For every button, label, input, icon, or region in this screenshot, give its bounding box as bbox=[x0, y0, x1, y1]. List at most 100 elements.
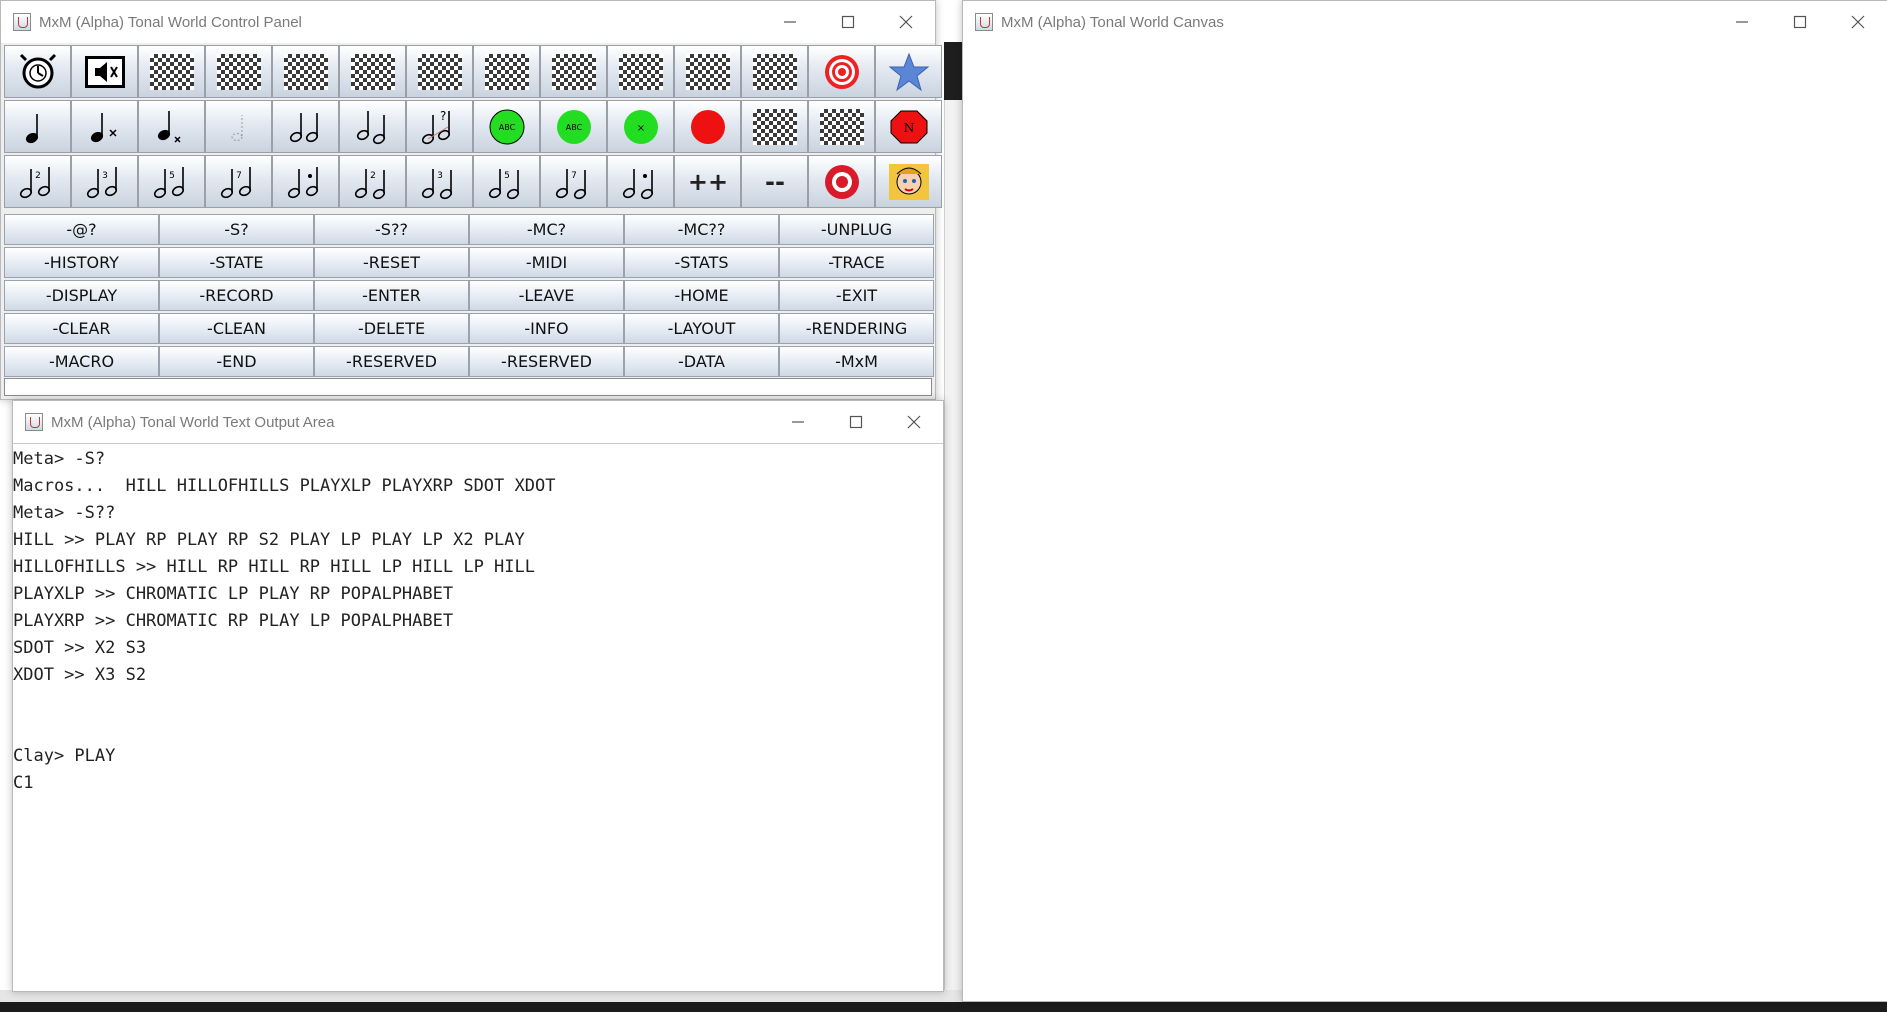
canvas-titlebar[interactable]: MxM (Alpha) Tonal World Canvas bbox=[963, 1, 1887, 43]
control-panel-titlebar[interactable]: MxM (Alpha) Tonal World Control Panel bbox=[1, 1, 935, 43]
toolbar-button[interactable]: ABC bbox=[540, 100, 607, 153]
minimize-button[interactable] bbox=[761, 1, 819, 43]
red-ring-icon bbox=[820, 162, 864, 202]
minimize-button[interactable] bbox=[769, 401, 827, 443]
toolbar-button[interactable] bbox=[607, 45, 674, 98]
command-button-row: -MACRO -END -RESERVED -RESERVED -DATA -MxM bbox=[4, 346, 934, 379]
toolbar-button[interactable] bbox=[339, 45, 406, 98]
close-button[interactable] bbox=[885, 401, 943, 443]
command-button[interactable]: -@? bbox=[4, 214, 159, 245]
command-button[interactable]: -MC? bbox=[469, 214, 624, 245]
command-button[interactable]: -CLEAN bbox=[159, 313, 314, 344]
toolbar-button[interactable] bbox=[272, 45, 339, 98]
minimize-button[interactable] bbox=[1713, 1, 1771, 43]
command-button[interactable]: -END bbox=[159, 346, 314, 377]
command-button[interactable]: -RESERVED bbox=[469, 346, 624, 377]
toolbar-button[interactable] bbox=[808, 45, 875, 98]
toolbar-button[interactable] bbox=[71, 100, 138, 153]
command-button[interactable]: -LAYOUT bbox=[624, 313, 779, 344]
toolbar-button[interactable]: 7 bbox=[205, 155, 272, 208]
toolbar-button[interactable]: 2 bbox=[339, 155, 406, 208]
command-button[interactable]: -EXIT bbox=[779, 280, 934, 311]
command-button[interactable]: -DATA bbox=[624, 346, 779, 377]
output-line: SDOT >> X2 S3 bbox=[13, 638, 147, 658]
toolbar-button[interactable]: ++ bbox=[674, 155, 741, 208]
command-button[interactable]: -LEAVE bbox=[469, 280, 624, 311]
maximize-button[interactable] bbox=[1771, 1, 1829, 43]
toolbar-button[interactable]: 3 bbox=[406, 155, 473, 208]
command-button-row: -HISTORY -STATE -RESET -MIDI -STATS -TRACE bbox=[4, 247, 934, 280]
text-output-area[interactable]: Meta> -S? Macros... HILL HILLOFHILLS PLAY… bbox=[13, 443, 943, 991]
svg-text:ABC: ABC bbox=[498, 123, 515, 132]
toolbar-button[interactable]: N bbox=[875, 100, 942, 153]
text-output-titlebar[interactable]: MxM (Alpha) Tonal World Text Output Area bbox=[13, 401, 943, 443]
toolbar-button[interactable] bbox=[674, 100, 741, 153]
command-button[interactable]: -STATS bbox=[624, 247, 779, 278]
java-app-icon bbox=[25, 413, 43, 431]
toolbar-button[interactable] bbox=[205, 100, 272, 153]
command-button[interactable]: -INFO bbox=[469, 313, 624, 344]
interval-3-icon: 3 bbox=[83, 162, 127, 202]
command-button[interactable]: -RESERVED bbox=[314, 346, 469, 377]
command-button[interactable]: -CLEAR bbox=[4, 313, 159, 344]
command-button[interactable]: -TRACE bbox=[779, 247, 934, 278]
command-button[interactable]: -RECORD bbox=[159, 280, 314, 311]
maximize-button[interactable] bbox=[827, 401, 885, 443]
toolbar-button[interactable] bbox=[808, 155, 875, 208]
toolbar-button[interactable]: 5 bbox=[138, 155, 205, 208]
output-line: XDOT >> X3 S2 bbox=[13, 665, 147, 685]
toolbar-button[interactable]: 5 bbox=[473, 155, 540, 208]
toolbar-button[interactable] bbox=[138, 45, 205, 98]
command-button[interactable]: -MxM bbox=[779, 346, 934, 377]
command-button[interactable]: -HISTORY bbox=[4, 247, 159, 278]
toolbar-button[interactable]: 2 bbox=[4, 155, 71, 208]
toolbar-button[interactable] bbox=[138, 100, 205, 153]
toolbar-button[interactable] bbox=[540, 45, 607, 98]
command-button[interactable]: -DISPLAY bbox=[4, 280, 159, 311]
command-button[interactable]: -STATE bbox=[159, 247, 314, 278]
toolbar-button[interactable] bbox=[406, 45, 473, 98]
toolbar-button[interactable] bbox=[875, 45, 942, 98]
command-button[interactable]: -MIDI bbox=[469, 247, 624, 278]
toolbar-button[interactable] bbox=[741, 100, 808, 153]
toolbar-button[interactable] bbox=[473, 45, 540, 98]
toolbar-button[interactable] bbox=[71, 45, 138, 98]
command-button[interactable]: -ENTER bbox=[314, 280, 469, 311]
toolbar-button[interactable] bbox=[339, 100, 406, 153]
output-line: PLAYXRP >> CHROMATIC RP PLAY LP POPALPHA… bbox=[13, 611, 454, 631]
maximize-button[interactable] bbox=[819, 1, 877, 43]
command-button[interactable]: -S? bbox=[159, 214, 314, 245]
checker-icon bbox=[752, 53, 797, 90]
toolbar-button[interactable] bbox=[4, 100, 71, 153]
toolbar-button[interactable] bbox=[741, 45, 808, 98]
command-button[interactable]: -UNPLUG bbox=[779, 214, 934, 245]
toolbar-button[interactable]: 7 bbox=[540, 155, 607, 208]
command-button[interactable]: -MC?? bbox=[624, 214, 779, 245]
close-button[interactable] bbox=[1829, 1, 1887, 43]
toolbar-button[interactable] bbox=[808, 100, 875, 153]
toolbar-button[interactable] bbox=[674, 45, 741, 98]
toolbar-button[interactable] bbox=[875, 155, 942, 208]
icon-toolbar-row-1 bbox=[4, 45, 942, 98]
toolbar-button[interactable]: ABC bbox=[473, 100, 540, 153]
command-button[interactable]: -RENDERING bbox=[779, 313, 934, 344]
toolbar-button[interactable]: 3 bbox=[71, 155, 138, 208]
command-button[interactable]: -S?? bbox=[314, 214, 469, 245]
toolbar-button[interactable] bbox=[4, 45, 71, 98]
command-button[interactable]: -DELETE bbox=[314, 313, 469, 344]
command-button[interactable]: -MACRO bbox=[4, 346, 159, 377]
toolbar-button[interactable]: × bbox=[607, 100, 674, 153]
toolbar-button[interactable]: -- bbox=[741, 155, 808, 208]
command-button[interactable]: -RESET bbox=[314, 247, 469, 278]
canvas-area[interactable] bbox=[963, 43, 1887, 1001]
toolbar-button[interactable] bbox=[205, 45, 272, 98]
command-button[interactable]: -HOME bbox=[624, 280, 779, 311]
svg-text:3: 3 bbox=[102, 171, 108, 181]
toolbar-button[interactable] bbox=[607, 155, 674, 208]
toolbar-button[interactable] bbox=[272, 155, 339, 208]
toolbar-button[interactable] bbox=[272, 100, 339, 153]
close-button[interactable] bbox=[877, 1, 935, 43]
command-input[interactable] bbox=[4, 378, 932, 396]
icon-toolbar-row-2: ? ABC ABC × N bbox=[4, 100, 942, 153]
toolbar-button[interactable]: ? bbox=[406, 100, 473, 153]
